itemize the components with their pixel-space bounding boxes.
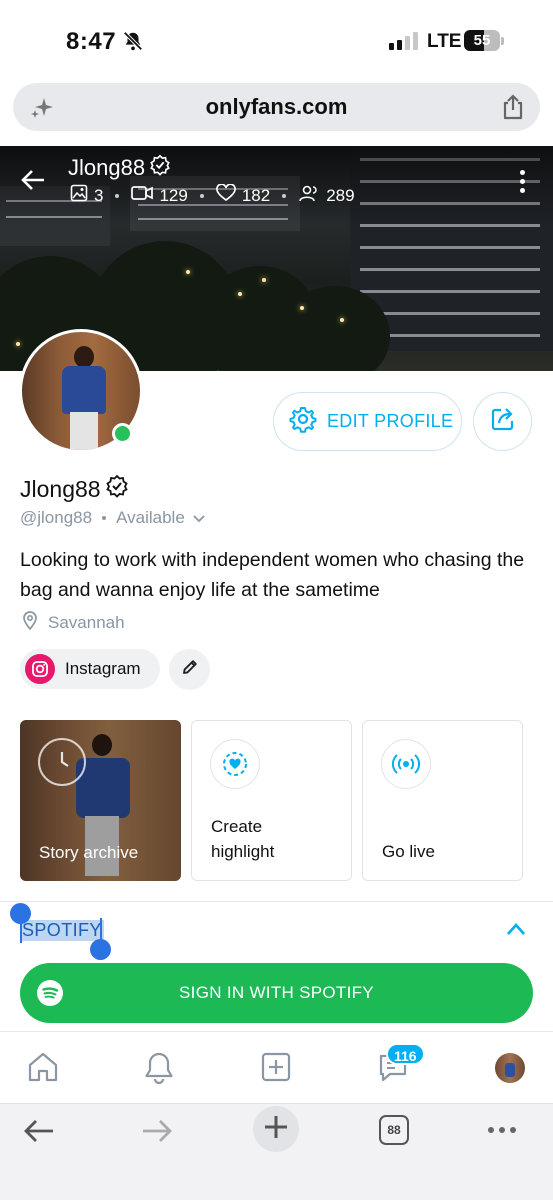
- stat-videos: 129: [131, 185, 188, 206]
- stat-fans: 289: [298, 184, 355, 207]
- battery-tip: [501, 37, 504, 45]
- new-tab-button[interactable]: [253, 1106, 299, 1152]
- more-options-icon[interactable]: [520, 170, 525, 193]
- go-live-label: Go live: [382, 842, 435, 861]
- profile-stats: 3 129 182 289: [70, 183, 355, 207]
- edit-profile-label: EDIT PROFILE: [327, 411, 454, 431]
- more-menu-icon[interactable]: [488, 1127, 516, 1133]
- url-text[interactable]: onlyfans.com: [13, 94, 540, 120]
- network-label: LTE: [427, 31, 462, 52]
- create-highlight-card[interactable]: Create highlight: [191, 720, 352, 881]
- stat-photos: 3: [70, 184, 103, 207]
- app-bottom-nav: [0, 1031, 553, 1103]
- story-archive-label: Story archive: [39, 843, 139, 862]
- heart-circle-icon: [210, 739, 260, 789]
- instagram-label: Instagram: [65, 659, 141, 678]
- story-archive-card[interactable]: Story archive: [20, 720, 181, 881]
- broadcast-icon: [381, 739, 431, 789]
- tabs-button[interactable]: 88: [379, 1115, 409, 1145]
- signal-icon: [389, 32, 418, 50]
- address-bar[interactable]: onlyfans.com: [13, 83, 540, 131]
- verified-icon: [105, 474, 129, 504]
- clock-icon: [38, 738, 86, 786]
- edit-share-icon: [489, 405, 517, 438]
- verified-icon: [149, 154, 171, 182]
- heart-icon: [215, 183, 236, 207]
- cover-profile-name: Jlong88: [68, 154, 171, 182]
- cover-name-text: Jlong88: [68, 155, 146, 180]
- video-icon: [131, 185, 154, 206]
- stat-fans-count: 289: [326, 185, 355, 205]
- location-icon: [22, 610, 38, 635]
- go-live-card[interactable]: Go live: [362, 720, 523, 881]
- browser-back-icon[interactable]: [22, 1118, 56, 1149]
- selection-end-handle[interactable]: [90, 939, 111, 960]
- stat-likes-count: 182: [241, 185, 271, 205]
- instagram-link[interactable]: Instagram: [20, 649, 160, 689]
- back-arrow-icon[interactable]: [20, 168, 46, 197]
- battery-level: 55: [473, 32, 491, 49]
- pencil-icon: [181, 658, 199, 681]
- plus-square-icon[interactable]: [259, 1050, 293, 1089]
- chevron-down-icon: [193, 508, 205, 528]
- stat-videos-count: 129: [159, 185, 188, 205]
- profile-name-text: Jlong88: [20, 475, 101, 502]
- online-status-dot: [112, 423, 133, 444]
- profile-handle: @jlong88: [20, 508, 93, 527]
- stat-likes: 182: [215, 183, 271, 207]
- status-bar: 8:47 LTE 55: [0, 0, 553, 82]
- sign-in-spotify-button[interactable]: SIGN IN WITH SPOTIFY: [20, 963, 533, 1023]
- spotify-icon: [37, 980, 63, 1006]
- sign-in-spotify-label: SIGN IN WITH SPOTIFY: [179, 983, 374, 1002]
- profile-bio: Looking to work with independent women w…: [20, 549, 525, 601]
- gear-icon: [289, 405, 317, 438]
- availability-label: Available: [116, 508, 185, 527]
- create-highlight-label: Create highlight: [211, 817, 275, 861]
- fans-icon: [298, 184, 320, 207]
- edit-profile-button[interactable]: EDIT PROFILE: [273, 392, 462, 451]
- availability-dropdown[interactable]: Available: [116, 508, 205, 528]
- home-icon[interactable]: [26, 1050, 60, 1089]
- bell-icon[interactable]: [142, 1050, 176, 1089]
- messages-badge: 116: [386, 1043, 425, 1065]
- stat-photos-count: 3: [94, 185, 104, 205]
- chevron-up-icon[interactable]: [506, 922, 526, 941]
- section-divider: [0, 901, 553, 902]
- share-profile-button[interactable]: [473, 392, 532, 451]
- status-time: 8:47: [66, 28, 117, 55]
- selection-start-handle[interactable]: [10, 903, 31, 924]
- nav-profile-avatar[interactable]: [495, 1053, 525, 1083]
- profile-name: Jlong88: [20, 474, 129, 504]
- plus-icon: [263, 1114, 289, 1145]
- profile-location: Savannah: [22, 610, 125, 635]
- handle-row: @jlong88 Available: [20, 508, 205, 528]
- instagram-icon: [25, 654, 55, 684]
- browser-forward-icon[interactable]: [140, 1118, 174, 1149]
- location-text: Savannah: [48, 612, 125, 632]
- photo-icon: [70, 184, 88, 207]
- share-icon[interactable]: [500, 93, 526, 126]
- spotify-section-title: SPOTIFY: [20, 920, 104, 941]
- battery-icon: 55: [464, 30, 500, 51]
- bell-slash-icon: [122, 30, 144, 57]
- edit-social-button[interactable]: [169, 649, 210, 690]
